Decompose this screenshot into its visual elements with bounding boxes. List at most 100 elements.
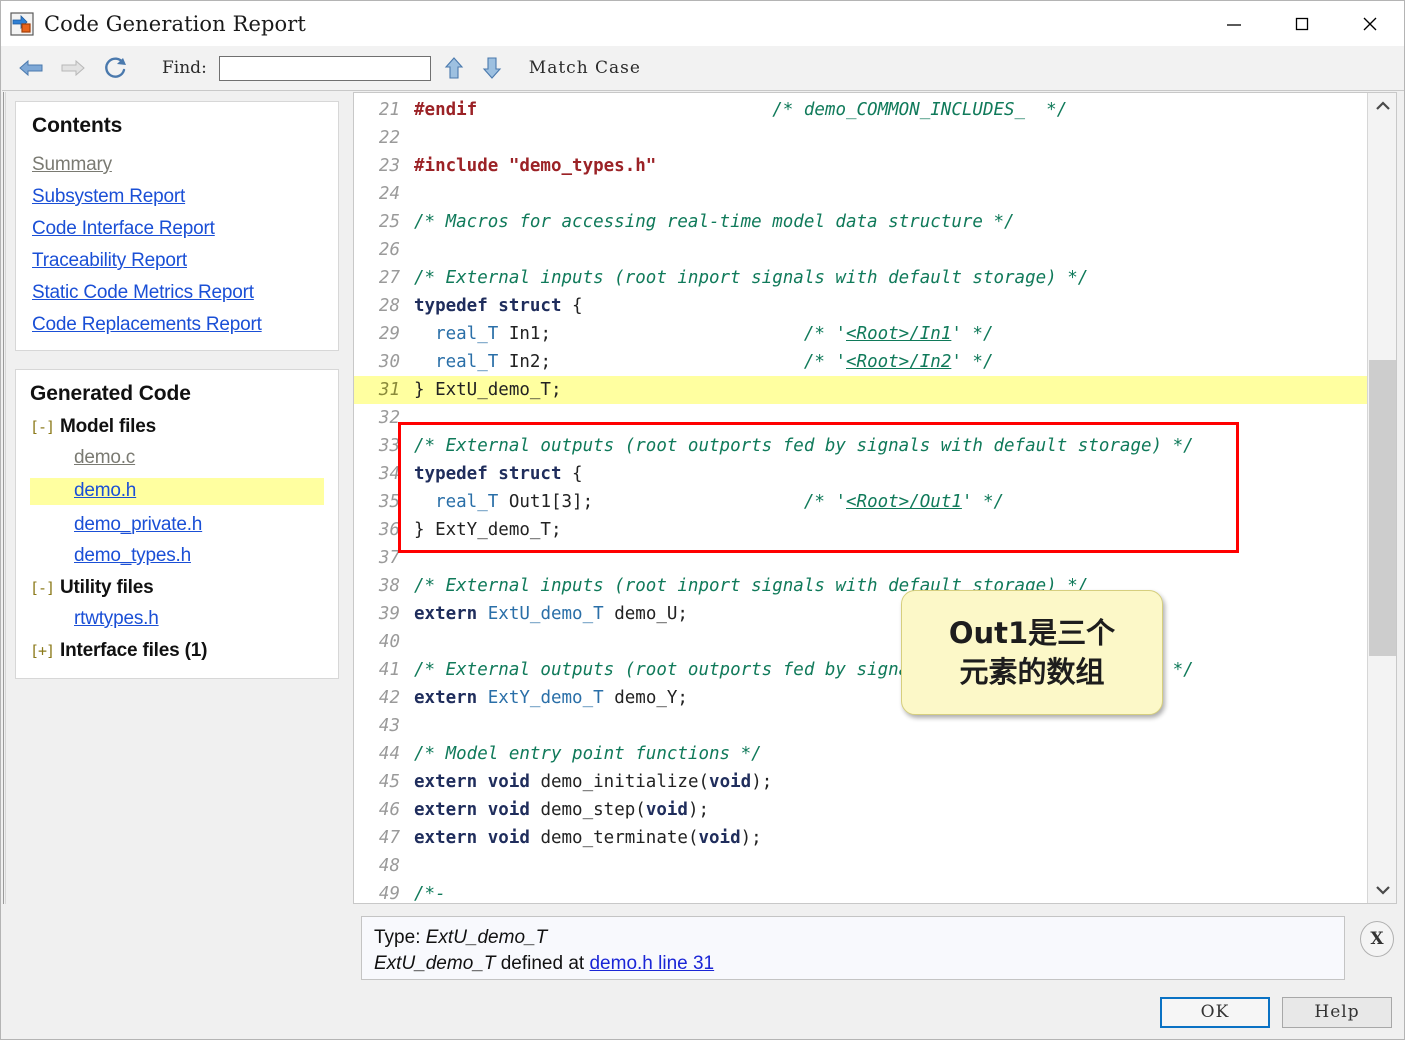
type-info-line-2: ExtU_demo_T defined at demo.h line 31 — [374, 951, 1334, 977]
code-token-pln: ); — [751, 772, 773, 792]
close-type-info-button[interactable]: X — [1360, 921, 1394, 957]
line-number: 23 — [378, 156, 400, 176]
contents-link-row: Subsystem Report — [32, 174, 322, 206]
file-link-rtwtypes-h[interactable]: rtwtypes.h — [74, 608, 159, 629]
contents-link-5[interactable]: Code Replacements Report — [32, 315, 262, 334]
code-line: 34 typedef struct { — [354, 460, 1367, 488]
file-link-demo-types-h[interactable]: demo_types.h — [74, 545, 191, 566]
chevron-up-icon[interactable] — [1368, 93, 1396, 119]
code-scroll-area[interactable]: 21 #endif /* demo_COMMON_INCLUDES_ */ 22 23… — [354, 93, 1367, 903]
find-toolbar: Find: Match Case — [2, 46, 1404, 91]
contents-panel: Contents Summary Subsystem Report Code Int… — [15, 101, 339, 351]
type-label: Type: — [374, 927, 426, 948]
line-number: 41 — [378, 660, 400, 680]
file-link-demo-c[interactable]: demo.c — [74, 447, 135, 468]
line-number: 39 — [378, 604, 400, 624]
line-number: 36 — [378, 520, 400, 540]
code-token-typ: ExtU_demo_T — [487, 604, 604, 624]
code-token-pln: demo_initialize( — [529, 772, 710, 792]
type-name-2: ExtU_demo_T — [374, 953, 496, 974]
tree-file-item[interactable]: demo.c — [74, 447, 135, 469]
line-number: 37 — [378, 548, 400, 568]
close-button[interactable] — [1336, 1, 1404, 46]
file-link-demo-h[interactable]: demo.h — [74, 480, 136, 501]
minimize-button[interactable] — [1200, 1, 1268, 46]
code-token-typ: real_T — [435, 352, 499, 372]
code-token-pln — [477, 100, 772, 120]
vertical-scrollbar[interactable] — [1367, 93, 1396, 903]
code-token-str: "demo_types.h" — [508, 156, 657, 176]
help-button[interactable]: Help — [1282, 996, 1392, 1028]
definition-link[interactable]: demo.h line 31 — [589, 953, 714, 974]
type-info-bar: Type: ExtU_demo_T ExtU_demo_T defined at… — [353, 907, 1397, 985]
generated-code-heading: Generated Code — [30, 382, 191, 405]
code-token-kw: extern void — [414, 828, 530, 848]
contents-link-row: Code Replacements Report — [32, 302, 322, 334]
code-trace-link[interactable]: <Root>/In2 — [846, 352, 951, 372]
up-arrow-icon[interactable] — [439, 52, 469, 84]
code-token-pln: { — [561, 464, 583, 484]
line-number: 45 — [378, 772, 400, 792]
ok-button[interactable]: OK — [1160, 996, 1270, 1028]
line-number: 47 — [378, 828, 400, 848]
code-line: 46 extern void demo_step(void); — [354, 796, 1367, 824]
code-token-typ: real_T — [435, 492, 499, 512]
line-number: 43 — [378, 716, 400, 736]
contents-link-4[interactable]: Static Code Metrics Report — [32, 283, 254, 302]
code-listing: 21 #endif /* demo_COMMON_INCLUDES_ */ 22 23… — [354, 93, 1367, 903]
contents-link-2[interactable]: Code Interface Report — [32, 219, 215, 238]
tree-file-item[interactable]: rtwtypes.h — [74, 608, 159, 630]
refresh-icon[interactable] — [98, 52, 132, 84]
annotation-callout: Out1是三个 元素的数组 — [901, 590, 1163, 715]
search-input[interactable] — [218, 55, 431, 81]
contents-link-1[interactable]: Subsystem Report — [32, 187, 185, 206]
code-token-pln — [477, 688, 488, 708]
contents-link-0[interactable]: Summary — [32, 155, 112, 174]
code-token-pln: Out1[3]; — [498, 492, 804, 512]
line-number: 38 — [378, 576, 400, 596]
simulink-report-icon — [10, 11, 34, 36]
code-line: 44 /* Model entry point functions */ — [354, 740, 1367, 768]
match-case-label[interactable]: Match Case — [529, 58, 641, 78]
code-trace-link[interactable]: <Root>/In1 — [846, 324, 951, 344]
collapse-toggle-icon[interactable]: [-] — [30, 579, 60, 597]
tree-group-2[interactable]: [+] Interface files (1) — [30, 640, 324, 662]
window-titlebar: Code Generation Report — [1, 1, 1404, 46]
tree-group-label: Utility files — [60, 577, 154, 598]
pane-splitter[interactable] — [3, 92, 6, 904]
code-token-cmt: /* External inputs (root inport signals … — [414, 268, 1089, 288]
code-line: 27 /* External inputs (root inport signal… — [354, 264, 1367, 292]
code-line: 26 — [354, 236, 1367, 264]
maximize-button[interactable] — [1268, 1, 1336, 46]
scrollbar-thumb[interactable] — [1369, 360, 1396, 656]
contents-heading: Contents — [32, 114, 123, 137]
code-line: 39 extern ExtU_demo_T demo_U; — [354, 600, 1367, 628]
down-arrow-icon[interactable] — [477, 52, 507, 84]
code-trace-link[interactable]: <Root>/Out1 — [846, 492, 962, 512]
collapse-toggle-icon[interactable]: [-] — [30, 418, 60, 436]
code-line: 21 #endif /* demo_COMMON_INCLUDES_ */ — [354, 96, 1367, 124]
tree-file-item[interactable]: demo_types.h — [74, 545, 191, 567]
line-number: 25 — [378, 212, 400, 232]
tree-group-0[interactable]: [-] Model files — [30, 416, 324, 438]
code-line: 45 extern void demo_initialize(void); — [354, 768, 1367, 796]
code-line: 41/* External outputs (root outports fed… — [354, 656, 1367, 684]
line-number: 29 — [378, 324, 400, 344]
expand-toggle-icon[interactable]: [+] — [30, 642, 60, 660]
code-token-cmt: /* External outputs (root outports fed b… — [414, 436, 1194, 456]
tree-file-item[interactable]: demo_private.h — [74, 514, 202, 536]
code-token-cmt: /* Model entry point functions */ — [414, 744, 762, 764]
line-number: 28 — [378, 296, 400, 316]
line-number: 21 — [378, 100, 400, 120]
file-link-demo-private-h[interactable]: demo_private.h — [74, 514, 202, 535]
back-arrow-icon[interactable] — [14, 52, 48, 84]
contents-link-row: Code Interface Report — [32, 206, 322, 238]
tree-group-label: Interface files (1) — [60, 640, 208, 661]
code-token-pln: { — [561, 296, 583, 316]
contents-link-3[interactable]: Traceability Report — [32, 251, 187, 270]
tree-group-1[interactable]: [-] Utility files — [30, 577, 324, 599]
chevron-down-icon[interactable] — [1368, 877, 1396, 903]
code-token-kw: extern — [414, 688, 478, 708]
tree-file-item[interactable]: demo.h — [30, 478, 324, 505]
line-number: 35 — [378, 492, 400, 512]
